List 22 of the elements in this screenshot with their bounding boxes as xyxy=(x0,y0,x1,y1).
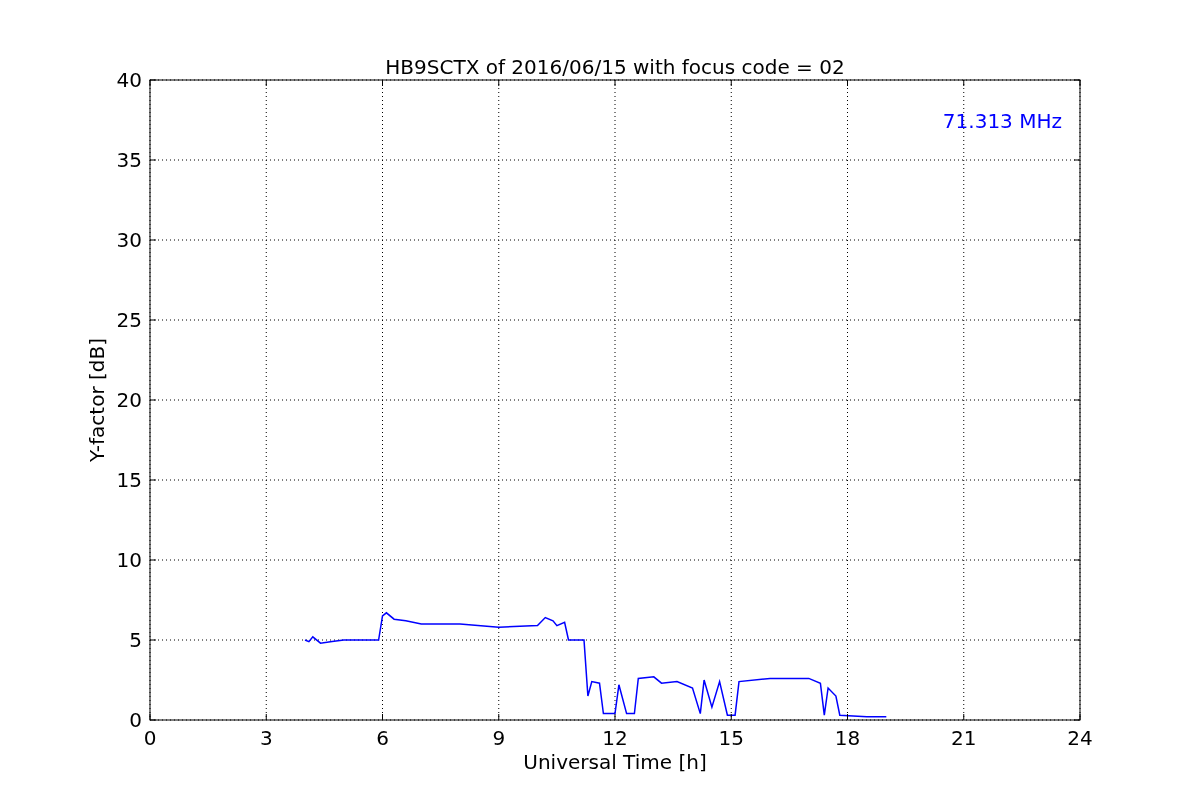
x-tick-label: 18 xyxy=(834,726,861,750)
y-tick-label: 40 xyxy=(116,68,142,92)
y-tick-label: 35 xyxy=(116,148,142,172)
x-tick-label: 12 xyxy=(602,726,628,750)
y-axis-label: Y-factor [dB] xyxy=(85,338,109,462)
y-tick-label: 20 xyxy=(116,388,142,412)
y-tick-label: 25 xyxy=(116,308,142,332)
x-tick-label: 9 xyxy=(492,726,506,750)
chart-title: HB9SCTX of 2016/06/15 with focus code = 02 xyxy=(385,55,845,79)
x-tick-label: 21 xyxy=(951,726,977,750)
x-tick-label: 0 xyxy=(143,726,157,750)
y-tick-label: 30 xyxy=(116,228,142,252)
y-tick-label: 0 xyxy=(129,708,142,732)
x-tick-label: 15 xyxy=(718,726,744,750)
frequency-annotation: 71.313 MHz xyxy=(942,109,1062,133)
x-tick-label: 24 xyxy=(1067,726,1093,750)
x-axis-label: Universal Time [h] xyxy=(523,750,707,774)
y-tick-label: 5 xyxy=(129,628,142,652)
y-tick-label: 15 xyxy=(116,468,142,492)
y-tick-label: 10 xyxy=(116,548,142,572)
x-tick-label: 3 xyxy=(259,726,273,750)
x-tick-label: 6 xyxy=(376,726,389,750)
